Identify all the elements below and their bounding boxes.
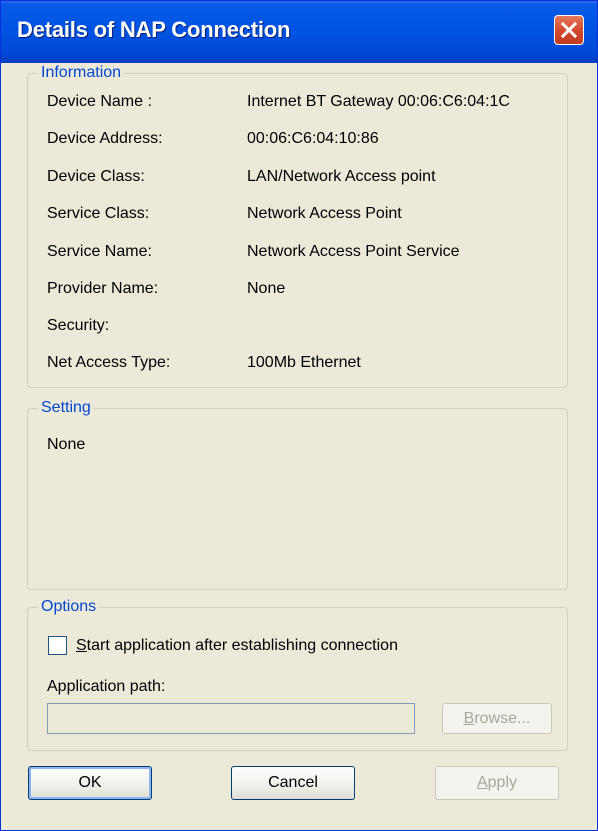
provider-name-label: Provider Name: [47,280,159,297]
device-class-value: LAN/Network Access point [247,168,436,185]
application-path-label: Application path: [47,678,166,695]
close-button[interactable] [554,15,584,45]
window-title: Details of NAP Connection [17,17,291,42]
service-class-value: Network Access Point [247,205,402,222]
information-legend: Information [38,63,125,83]
service-class-label: Service Class: [47,205,150,222]
apply-mnemonic: A [476,774,488,791]
start-application-label-text: tart application after establishing conn… [86,637,398,654]
setting-legend: Setting [38,398,94,418]
provider-name-value: None [247,280,286,297]
browse-mnemonic: B [463,710,475,727]
start-application-checkbox[interactable] [48,636,67,655]
service-name-value: Network Access Point Service [247,243,460,260]
cancel-button[interactable]: Cancel [231,766,355,800]
application-path-input[interactable] [47,703,415,734]
ok-label: OK [78,774,102,791]
browse-button[interactable]: Browse... [442,703,552,734]
browse-label: rowse... [474,710,531,727]
options-legend: Options [38,597,100,617]
setting-group: Setting [27,398,568,590]
net-access-type-value: 100Mb Ethernet [247,354,361,371]
device-address-label: Device Address: [47,130,163,147]
close-icon [560,21,578,39]
device-name-label: Device Name : [47,93,152,110]
service-name-label: Service Name: [47,243,152,260]
device-address-value: 00:06:C6:04:10:86 [247,130,379,147]
dialog-window: Details of NAP Connection Information De… [0,0,598,831]
device-class-label: Device Class: [47,168,145,185]
security-label: Security: [47,317,110,334]
information-group: Information [27,63,568,388]
setting-value: None [47,436,86,453]
apply-label: pply [487,774,518,791]
start-application-label[interactable]: Start application after establishing con… [76,636,398,656]
start-application-mnemonic: S [76,637,87,654]
device-name-value: Internet BT Gateway 00:06:C6:04:1C [247,93,510,110]
apply-button[interactable]: Apply [435,766,559,800]
cancel-label: Cancel [268,774,318,791]
ok-button[interactable]: OK [28,766,152,800]
title-bar[interactable]: Details of NAP Connection [1,1,597,63]
net-access-type-label: Net Access Type: [47,354,171,371]
